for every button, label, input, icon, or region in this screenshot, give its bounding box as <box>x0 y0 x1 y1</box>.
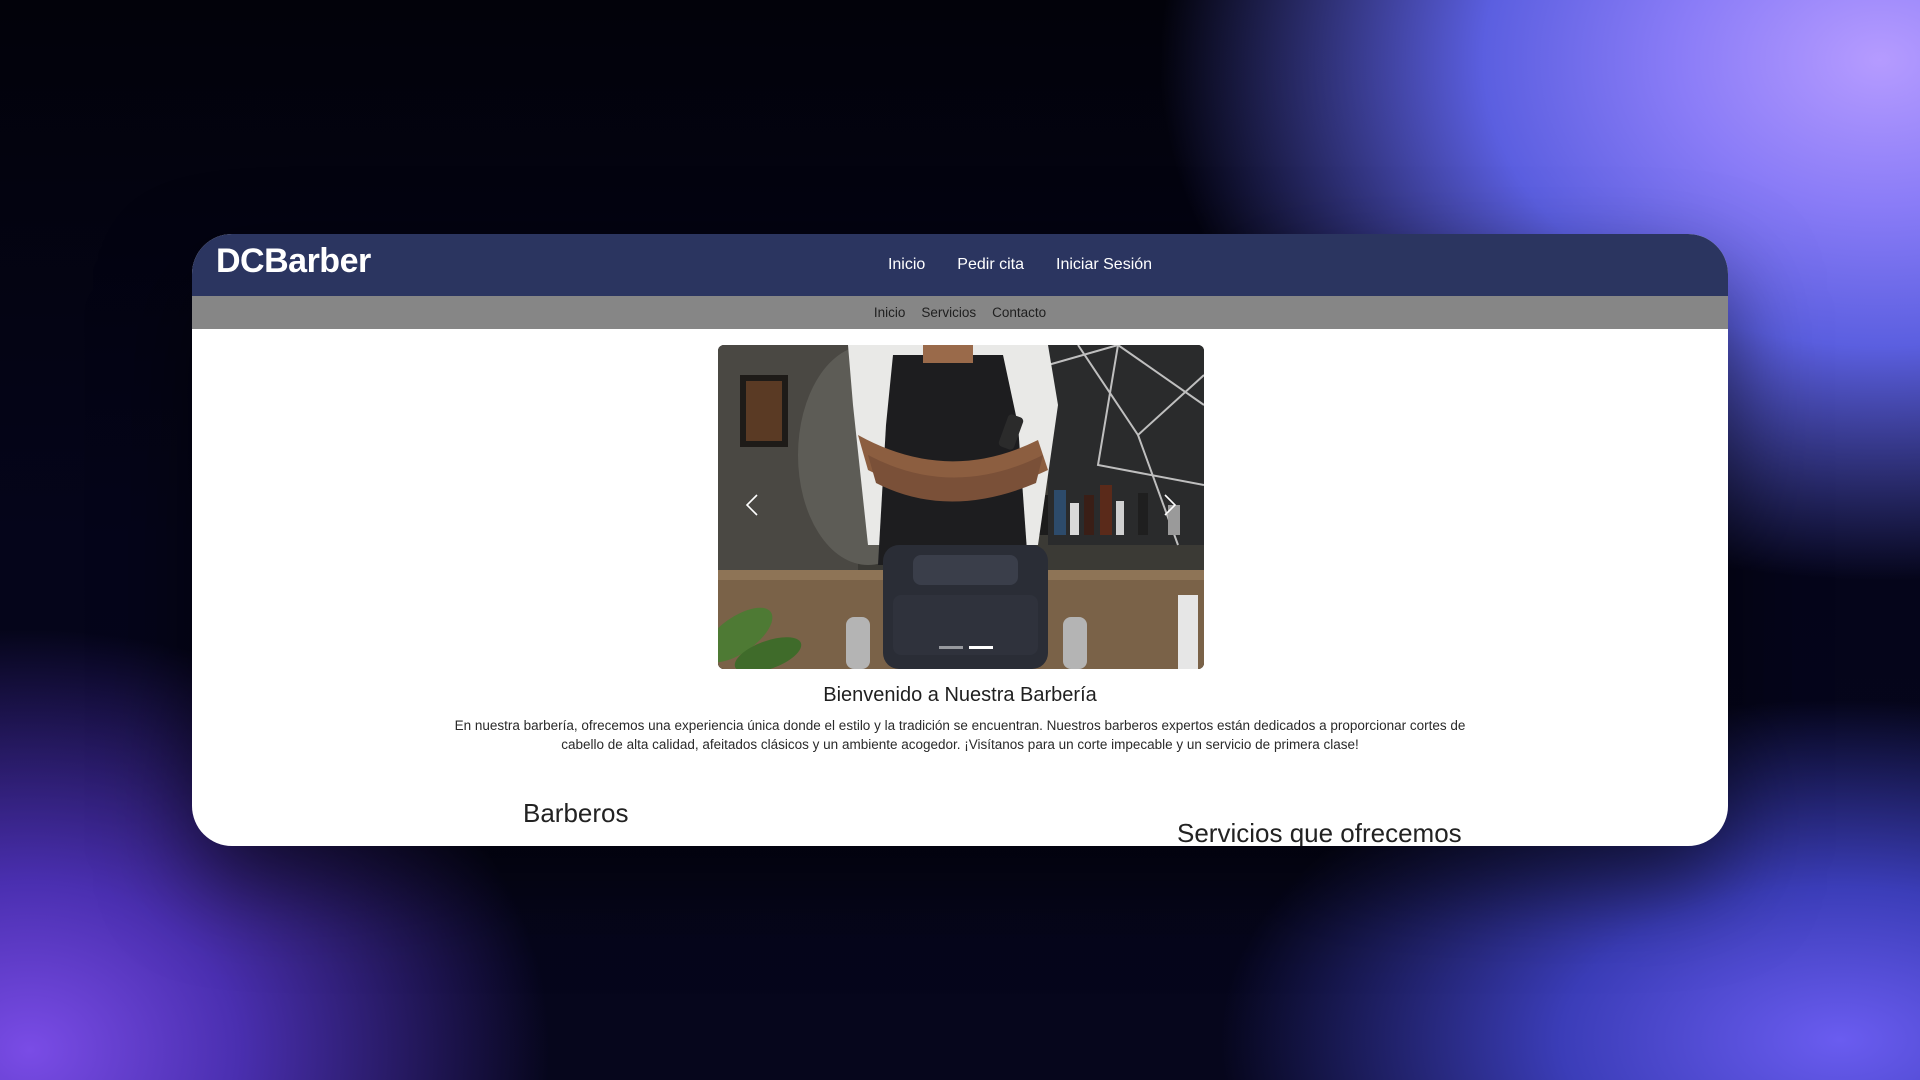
secondary-nav: Inicio Servicios Contacto <box>192 296 1728 329</box>
nav-inicio[interactable]: Inicio <box>888 256 925 274</box>
main-nav: Inicio Pedir cita Iniciar Sesión <box>192 234 1728 296</box>
carousel-indicator-1[interactable] <box>939 646 963 649</box>
carousel-prev-button[interactable] <box>738 485 768 525</box>
hero-carousel[interactable] <box>718 345 1204 669</box>
barber-photo <box>718 345 1204 669</box>
subnav-contacto[interactable]: Contacto <box>992 305 1046 320</box>
carousel-indicators <box>718 646 1204 649</box>
subnav-servicios[interactable]: Servicios <box>921 305 976 320</box>
subnav-inicio[interactable]: Inicio <box>874 305 906 320</box>
background-gradient: DCBarber Inicio Pedir cita Iniciar Sesió… <box>0 0 1920 1080</box>
top-navbar: DCBarber Inicio Pedir cita Iniciar Sesió… <box>192 234 1728 296</box>
welcome-paragraph: En nuestra barbería, ofrecemos una exper… <box>454 718 1466 752</box>
welcome-heading: Bienvenido a Nuestra Barbería <box>823 684 1097 706</box>
browser-window: DCBarber Inicio Pedir cita Iniciar Sesió… <box>192 234 1728 846</box>
nav-pedir-cita[interactable]: Pedir cita <box>957 256 1024 274</box>
chevron-right-icon <box>1164 494 1177 516</box>
carousel-next-button[interactable] <box>1154 485 1184 525</box>
carousel-indicator-2[interactable] <box>969 646 993 649</box>
servicios-heading: Servicios que ofrecemos <box>1177 818 1462 846</box>
nav-iniciar-sesion[interactable]: Iniciar Sesión <box>1056 256 1152 274</box>
barberos-heading: Barberos <box>523 798 629 828</box>
chevron-left-icon <box>745 494 758 516</box>
